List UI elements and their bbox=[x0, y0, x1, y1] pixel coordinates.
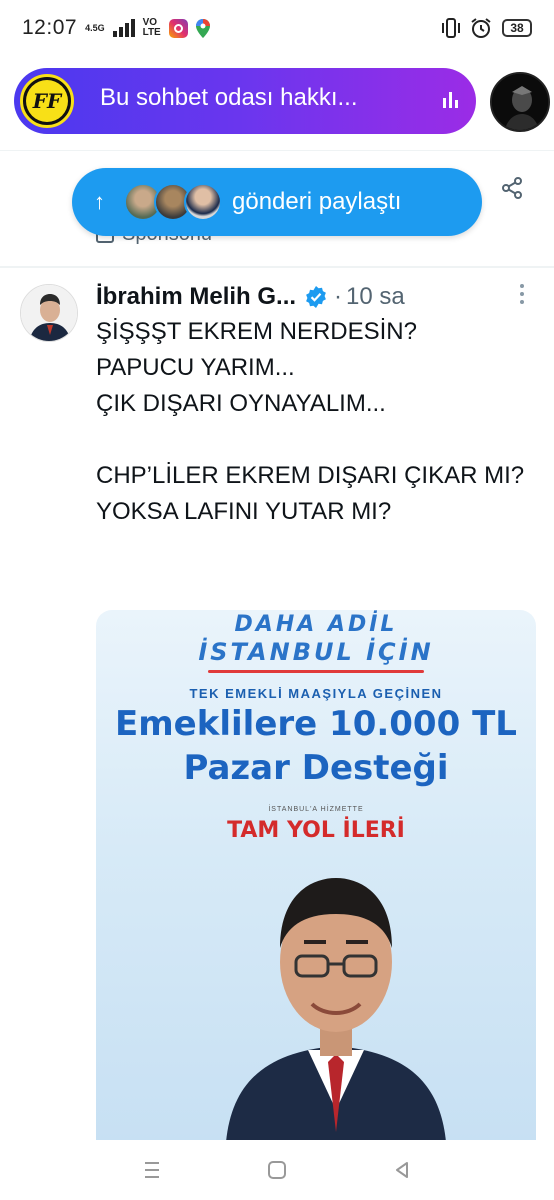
room-logo: FF bbox=[26, 80, 68, 122]
recent-apps-button[interactable] bbox=[140, 1158, 164, 1182]
network-type-label: 4.5G bbox=[85, 22, 105, 33]
chat-room-pill[interactable]: FF Bu sohbet odası hakkı... bbox=[14, 68, 476, 134]
more-options-icon[interactable] bbox=[520, 284, 526, 304]
new-posts-text: gönderi paylaştı bbox=[232, 188, 402, 215]
feed-divider bbox=[0, 150, 554, 151]
instagram-notification-icon bbox=[168, 18, 188, 38]
volte-icon: VO LTE bbox=[143, 18, 161, 38]
battery-level: 38 bbox=[510, 21, 524, 35]
status-bar: 12:07 4.5G VO LTE 38 bbox=[0, 0, 554, 56]
poster-divider bbox=[208, 670, 424, 673]
maps-notification-icon bbox=[195, 18, 210, 38]
poster-slogan: TAM YOL İLERİ bbox=[227, 818, 405, 843]
tweet-divider bbox=[0, 266, 554, 268]
poster-line-1: DAHA ADİL bbox=[234, 612, 398, 637]
profile-avatar[interactable] bbox=[490, 72, 550, 132]
vibrate-icon bbox=[440, 18, 460, 38]
tweet-author-name[interactable]: İbrahim Melih G... bbox=[96, 283, 296, 311]
stacked-avatars bbox=[124, 183, 222, 221]
share-icon[interactable] bbox=[500, 176, 524, 200]
new-posts-pill[interactable]: ↑ gönderi paylaştı bbox=[72, 168, 482, 236]
poster-headline-1: Emeklilere 10.000 TL bbox=[115, 704, 517, 744]
system-nav-bar bbox=[0, 1140, 554, 1200]
tweet-image[interactable]: DAHA ADİL İSTANBUL İÇİN TEK EMEKLİ MAAŞI… bbox=[96, 610, 536, 1142]
poster-line-2: İSTANBUL İÇİN bbox=[198, 638, 434, 666]
poster-headline-2: Pazar Desteği bbox=[183, 748, 449, 788]
arrow-up-icon: ↑ bbox=[94, 189, 105, 214]
room-avatar[interactable]: FF bbox=[20, 74, 74, 128]
tweet-header: İbrahim Melih G... · 10 sa bbox=[96, 280, 536, 314]
poster-subheading: TEK EMEKLİ MAAŞIYLA GEÇİNEN bbox=[189, 686, 443, 701]
avatar bbox=[184, 183, 222, 221]
alarm-icon bbox=[470, 17, 492, 39]
chat-room-title[interactable]: Bu sohbet odası hakkı... bbox=[100, 84, 358, 112]
verified-badge-icon bbox=[304, 285, 328, 309]
chat-room-header: FF Bu sohbet odası hakkı... bbox=[0, 60, 554, 144]
home-button[interactable] bbox=[265, 1158, 289, 1182]
poster-portrait bbox=[216, 866, 456, 1142]
battery-icon: 38 bbox=[502, 19, 532, 37]
tweet[interactable]: İbrahim Melih G... · 10 sa ŞİŞŞŞT EKREM … bbox=[0, 270, 554, 1142]
audio-level-icon bbox=[443, 92, 458, 108]
tweet-separator: · bbox=[334, 283, 343, 310]
poster-small-text: İSTANBUL'A HİZMETTE bbox=[268, 806, 364, 813]
volte-label-2: LTE bbox=[142, 27, 161, 38]
tweet-text: ŞİŞŞŞT EKREM NERDESİN? PAPUCU YARIM... Ç… bbox=[96, 318, 525, 525]
tweet-timestamp[interactable]: 10 sa bbox=[346, 283, 405, 311]
back-button[interactable] bbox=[390, 1158, 414, 1182]
status-time: 12:07 bbox=[22, 16, 78, 39]
signal-icon bbox=[112, 19, 135, 37]
tweet-author-avatar[interactable] bbox=[20, 284, 78, 342]
network-type-icon: 4.5G bbox=[85, 22, 105, 33]
